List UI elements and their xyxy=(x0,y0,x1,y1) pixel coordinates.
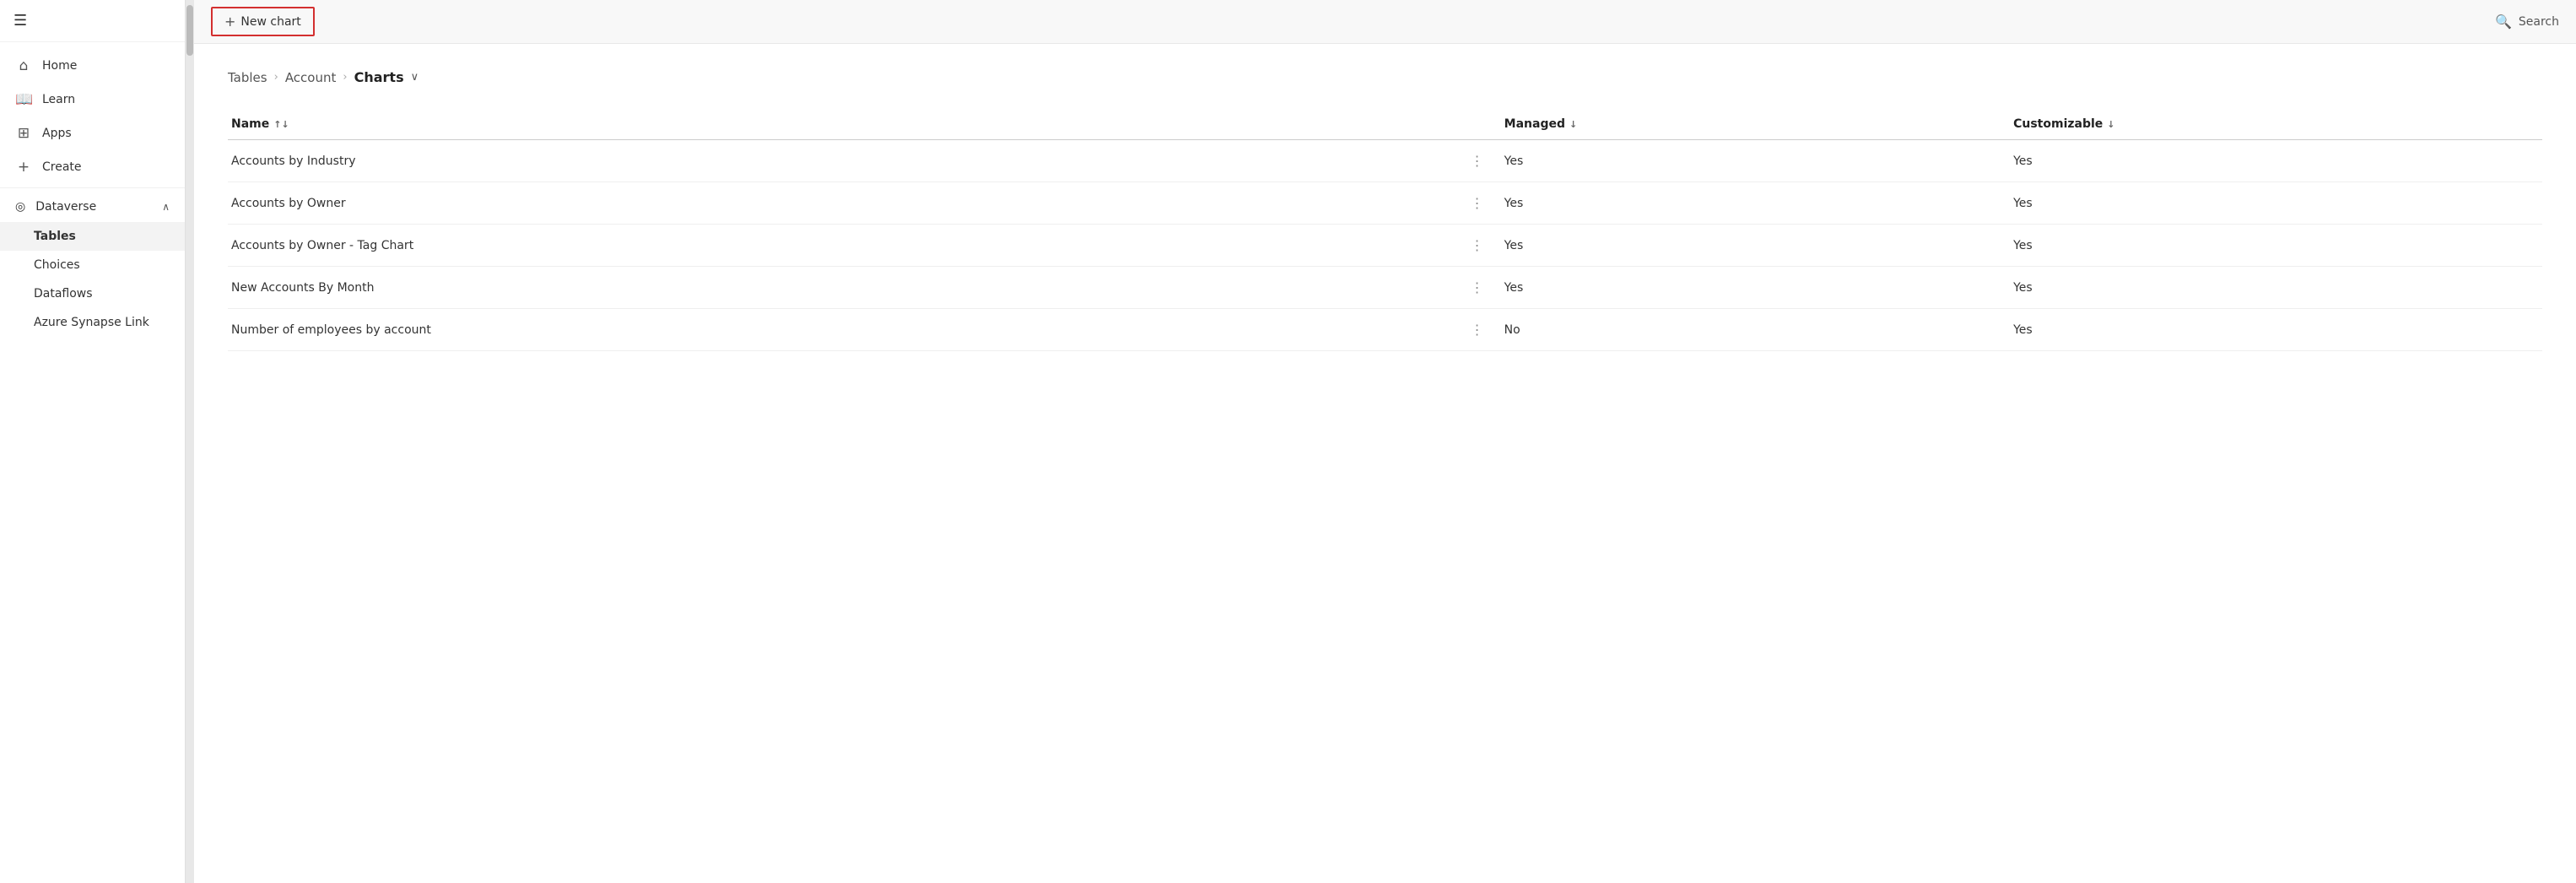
cell-name: Accounts by Owner - Tag Chart ⋮ xyxy=(228,225,1501,267)
sidebar-item-dataverse[interactable]: ◎ Dataverse ∧ xyxy=(0,192,185,222)
toolbar: + New chart 🔍 Search xyxy=(194,0,2576,44)
home-icon: ⌂ xyxy=(15,57,32,74)
sidebar-item-label: Dataverse xyxy=(35,200,96,214)
sidebar-divider xyxy=(0,187,185,188)
sidebar-item-azure-synapse[interactable]: Azure Synapse Link xyxy=(0,308,185,337)
cell-customizable: Yes xyxy=(2010,182,2542,225)
sidebar-scrollbar-thumb xyxy=(186,5,193,56)
create-icon: + xyxy=(15,159,32,176)
new-chart-button[interactable]: + New chart xyxy=(211,7,315,36)
dataverse-icon: ◎ xyxy=(15,200,25,214)
cell-name: Accounts by Owner ⋮ xyxy=(228,182,1501,225)
search-area[interactable]: 🔍 Search xyxy=(2495,14,2559,30)
sidebar-item-label: Create xyxy=(42,160,82,174)
table-row: Number of employees by account ⋮ NoYes xyxy=(228,309,2542,351)
sort-icon-customizable[interactable]: ↓ xyxy=(2107,119,2114,130)
sidebar-item-label: Apps xyxy=(42,127,72,140)
row-name-text: Accounts by Owner xyxy=(231,197,1459,210)
cell-customizable: Yes xyxy=(2010,140,2542,182)
cell-name: Accounts by Industry ⋮ xyxy=(228,140,1501,182)
breadcrumb-tables[interactable]: Tables xyxy=(228,70,267,85)
sidebar-nav: ⌂ Home 📖 Learn ⊞ Apps + Create ◎ Dataver… xyxy=(0,42,185,344)
search-label: Search xyxy=(2519,15,2559,29)
more-options-icon[interactable]: ⋮ xyxy=(1466,151,1489,171)
more-options-icon[interactable]: ⋮ xyxy=(1466,236,1489,255)
breadcrumb-dropdown-icon[interactable]: ∨ xyxy=(411,71,419,84)
cell-managed: Yes xyxy=(1501,225,2010,267)
row-name-text: Number of employees by account xyxy=(231,323,1459,337)
chevron-up-icon: ∧ xyxy=(162,201,170,213)
apps-icon: ⊞ xyxy=(15,125,32,142)
column-managed-label: Managed xyxy=(1504,117,1565,131)
table-row: Accounts by Owner ⋮ YesYes xyxy=(228,182,2542,225)
sidebar-item-create[interactable]: + Create xyxy=(0,150,185,184)
sidebar-item-label: Home xyxy=(42,59,77,73)
breadcrumb-sep-1: › xyxy=(274,71,278,84)
breadcrumb-account[interactable]: Account xyxy=(285,70,337,85)
more-options-icon[interactable]: ⋮ xyxy=(1466,278,1489,297)
column-header-managed: Managed ↓ xyxy=(1501,109,2010,140)
sidebar: ☰ ⌂ Home 📖 Learn ⊞ Apps + Create ◎ Datav… xyxy=(0,0,186,883)
sidebar-item-choices[interactable]: Choices xyxy=(0,251,185,279)
cell-name: Number of employees by account ⋮ xyxy=(228,309,1501,351)
row-name-text: New Accounts By Month xyxy=(231,281,1459,295)
column-header-customizable: Customizable ↓ xyxy=(2010,109,2542,140)
column-header-name: Name ↑↓ xyxy=(228,109,1501,140)
sort-icon-managed[interactable]: ↓ xyxy=(1569,119,1577,130)
cell-name: New Accounts By Month ⋮ xyxy=(228,267,1501,309)
more-options-icon[interactable]: ⋮ xyxy=(1466,193,1489,213)
more-options-icon[interactable]: ⋮ xyxy=(1466,320,1489,339)
breadcrumb-charts: Charts xyxy=(354,69,404,85)
column-name-label: Name xyxy=(231,117,269,131)
table-row: Accounts by Owner - Tag Chart ⋮ YesYes xyxy=(228,225,2542,267)
learn-icon: 📖 xyxy=(15,91,32,108)
main-area: + New chart 🔍 Search Tables › Account › … xyxy=(194,0,2576,883)
sort-icon-name[interactable]: ↑↓ xyxy=(273,119,289,130)
column-customizable-label: Customizable xyxy=(2013,117,2103,131)
row-name-text: Accounts by Industry xyxy=(231,154,1459,168)
breadcrumb-sep-2: › xyxy=(343,71,347,84)
cell-managed: No xyxy=(1501,309,2010,351)
cell-managed: Yes xyxy=(1501,267,2010,309)
sidebar-subnav: Tables Choices Dataflows Azure Synapse L… xyxy=(0,222,185,337)
charts-table: Name ↑↓ Managed ↓ Customizable ↓ xyxy=(228,109,2542,351)
sidebar-item-tables[interactable]: Tables xyxy=(0,222,185,251)
content-area: Tables › Account › Charts ∨ Name ↑↓ xyxy=(194,44,2576,883)
table-header: Name ↑↓ Managed ↓ Customizable ↓ xyxy=(228,109,2542,140)
sidebar-top: ☰ xyxy=(0,0,185,42)
sidebar-item-dataflows[interactable]: Dataflows xyxy=(0,279,185,308)
sidebar-item-home[interactable]: ⌂ Home xyxy=(0,49,185,83)
cell-customizable: Yes xyxy=(2010,309,2542,351)
cell-managed: Yes xyxy=(1501,182,2010,225)
sidebar-scrollbar[interactable] xyxy=(186,0,194,883)
breadcrumb: Tables › Account › Charts ∨ xyxy=(228,69,2542,85)
cell-managed: Yes xyxy=(1501,140,2010,182)
plus-icon: + xyxy=(224,14,235,30)
sidebar-item-apps[interactable]: ⊞ Apps xyxy=(0,116,185,150)
sidebar-item-label: Learn xyxy=(42,93,75,106)
table-row: Accounts by Industry ⋮ YesYes xyxy=(228,140,2542,182)
cell-customizable: Yes xyxy=(2010,225,2542,267)
table-header-row: Name ↑↓ Managed ↓ Customizable ↓ xyxy=(228,109,2542,140)
cell-customizable: Yes xyxy=(2010,267,2542,309)
hamburger-icon[interactable]: ☰ xyxy=(14,12,27,30)
new-chart-label: New chart xyxy=(240,15,300,29)
table-body: Accounts by Industry ⋮ YesYes Accounts b… xyxy=(228,140,2542,351)
search-icon: 🔍 xyxy=(2495,14,2512,30)
sidebar-item-learn[interactable]: 📖 Learn xyxy=(0,83,185,116)
row-name-text: Accounts by Owner - Tag Chart xyxy=(231,239,1459,252)
table-row: New Accounts By Month ⋮ YesYes xyxy=(228,267,2542,309)
